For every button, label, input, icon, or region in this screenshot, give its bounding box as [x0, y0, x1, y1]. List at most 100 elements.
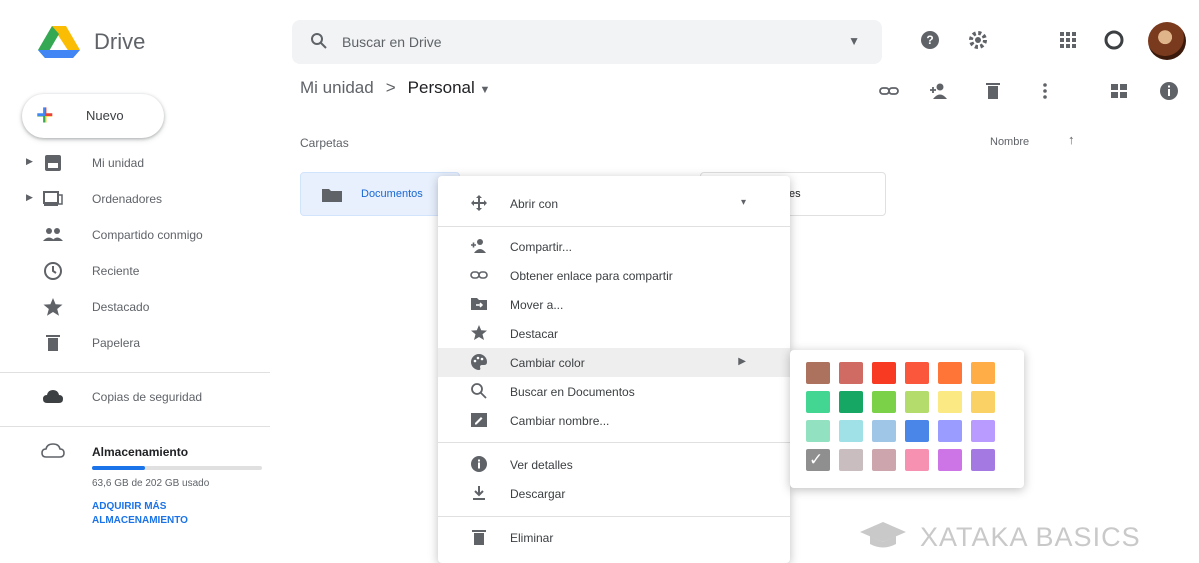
link-icon[interactable]: [878, 80, 900, 102]
grid-view-icon[interactable]: [1108, 80, 1130, 102]
sort-label[interactable]: Nombre: [990, 136, 1029, 148]
trash-icon: [472, 530, 486, 545]
palette-icon: [471, 354, 487, 370]
sidebar-item-label: Compartido conmigo: [92, 228, 203, 242]
menu-item-label: Ver detalles: [510, 458, 573, 472]
drive-logo-icon[interactable]: [38, 26, 80, 58]
trash-icon[interactable]: [982, 80, 1004, 102]
color-swatch[interactable]: [905, 391, 929, 413]
menu-item-label: Obtener enlace para compartir: [510, 269, 673, 283]
color-swatch[interactable]: [839, 420, 863, 442]
menu-item-details[interactable]: Ver detalles: [438, 450, 790, 479]
sidebar-item-trash[interactable]: Papelera: [0, 326, 270, 360]
color-swatch[interactable]: [872, 420, 896, 442]
upgrade-storage-link[interactable]: ADQUIRIR MÁS ALMACENAMIENTO: [92, 500, 242, 528]
sidebar-item-backups[interactable]: Copias de seguridad: [0, 380, 270, 414]
breadcrumb-separator: >: [385, 78, 396, 97]
star-icon: [43, 298, 63, 316]
storage-title[interactable]: Almacenamiento: [92, 445, 188, 459]
color-swatch[interactable]: [938, 391, 962, 413]
sidebar-item-my-drive[interactable]: ▶ Mi unidad: [0, 146, 270, 180]
color-swatch[interactable]: [806, 362, 830, 384]
graduation-cap-icon: [860, 522, 906, 548]
folder-card[interactable]: Documentos: [300, 172, 460, 216]
color-swatch[interactable]: [938, 449, 962, 471]
color-swatch[interactable]: [905, 420, 929, 442]
sidebar-divider: [0, 426, 270, 427]
sidebar-item-label: Papelera: [92, 336, 141, 350]
color-swatch[interactable]: [971, 391, 995, 413]
new-button[interactable]: + Nuevo: [22, 94, 164, 138]
menu-item-delete[interactable]: Eliminar: [438, 523, 790, 552]
download-icon: [473, 486, 485, 500]
cloud-outline-icon: [41, 443, 65, 458]
plus-icon: +: [36, 99, 54, 132]
color-swatch[interactable]: [839, 391, 863, 413]
settings-icon[interactable]: [966, 28, 990, 52]
sidebar-item-label: Destacado: [92, 300, 150, 314]
sort-direction-icon[interactable]: ↑: [1068, 132, 1075, 147]
apps-grid-icon[interactable]: [1056, 28, 1080, 52]
expand-arrow-icon[interactable]: ▶: [26, 192, 33, 203]
color-swatch[interactable]: [806, 391, 830, 413]
menu-divider: [438, 442, 790, 443]
sidebar-item-recent[interactable]: Reciente: [0, 254, 270, 288]
color-swatch[interactable]: [872, 449, 896, 471]
search-input[interactable]: Buscar en Drive: [342, 34, 442, 50]
color-swatch[interactable]: [971, 362, 995, 384]
color-swatch[interactable]: [806, 420, 830, 442]
color-swatch[interactable]: [872, 362, 896, 384]
color-swatch[interactable]: [839, 362, 863, 384]
color-swatch[interactable]: [938, 362, 962, 384]
app-name[interactable]: Drive: [94, 29, 145, 55]
color-swatch[interactable]: [905, 449, 929, 471]
menu-item-move[interactable]: Mover a...: [438, 290, 790, 319]
help-icon[interactable]: ?: [918, 28, 942, 52]
color-swatch[interactable]: [938, 420, 962, 442]
more-vert-icon[interactable]: [1034, 80, 1056, 102]
menu-item-label: Abrir con: [510, 197, 559, 211]
menu-item-label: Descargar: [510, 487, 566, 501]
info-icon[interactable]: [1158, 80, 1180, 102]
menu-item-change-color[interactable]: Cambiar color ▶: [438, 348, 790, 377]
sidebar-item-starred[interactable]: Destacado: [0, 290, 270, 324]
avatar[interactable]: [1148, 22, 1186, 60]
menu-item-open-with[interactable]: Abrir con ▾: [438, 189, 790, 218]
share-icon: [471, 239, 486, 253]
menu-item-download[interactable]: Descargar: [438, 479, 790, 508]
menu-item-get-link[interactable]: Obtener enlace para compartir: [438, 261, 790, 290]
color-swatch[interactable]: [971, 420, 995, 442]
expand-arrow-icon[interactable]: ▶: [26, 156, 33, 167]
search-bar[interactable]: Buscar en Drive ▼: [292, 20, 882, 64]
color-swatch[interactable]: [872, 391, 896, 413]
breadcrumb-current[interactable]: Personal: [408, 78, 475, 97]
new-button-label: Nuevo: [86, 108, 124, 123]
color-swatch[interactable]: [839, 449, 863, 471]
notifications-icon[interactable]: [1102, 28, 1126, 52]
color-swatch[interactable]: [905, 362, 929, 384]
menu-divider: [438, 516, 790, 517]
sidebar-item-shared[interactable]: Compartido conmigo: [0, 218, 270, 252]
color-palette: ✓: [790, 350, 1024, 488]
menu-item-star[interactable]: Destacar: [438, 319, 790, 348]
search-options-icon[interactable]: ▼: [848, 34, 860, 48]
breadcrumb-dropdown-icon[interactable]: ▼: [480, 84, 491, 96]
context-menu: Abrir con ▾ Compartir... Obtener enlace …: [438, 176, 790, 563]
menu-item-rename[interactable]: Cambiar nombre...: [438, 406, 790, 435]
share-icon[interactable]: [928, 80, 950, 102]
sidebar-item-computers[interactable]: ▶ Ordenadores: [0, 182, 270, 216]
sidebar-item-label: Mi unidad: [92, 156, 145, 170]
color-swatch[interactable]: [971, 449, 995, 471]
search-icon[interactable]: [310, 32, 328, 50]
menu-item-label: Destacar: [510, 327, 559, 341]
menu-item-share[interactable]: Compartir...: [438, 232, 790, 261]
rename-icon: [471, 413, 487, 427]
search-icon: [471, 383, 487, 399]
chevron-down-icon: ▾: [740, 197, 746, 208]
sidebar-item-label: Reciente: [92, 264, 140, 278]
breadcrumb-root[interactable]: Mi unidad: [300, 78, 374, 97]
info-icon: [471, 456, 487, 472]
menu-item-search-in[interactable]: Buscar en Documentos: [438, 377, 790, 406]
color-swatch[interactable]: ✓: [806, 449, 830, 471]
computer-icon: [43, 191, 63, 206]
